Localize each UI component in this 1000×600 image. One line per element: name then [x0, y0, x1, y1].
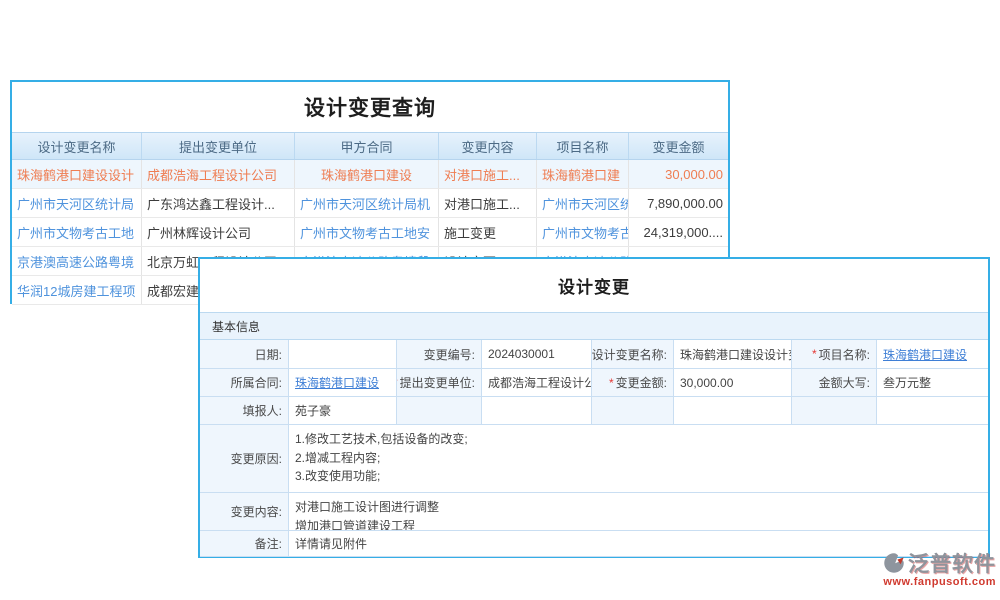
cell-change-content: 对港口施工... — [439, 160, 537, 188]
reporter-field[interactable]: 苑子豪 — [289, 397, 397, 425]
vendor-watermark: 泛普软件 www.fanpusoft.com — [856, 548, 996, 588]
cell-proposing-unit: 广东鸿达鑫工程设计... — [142, 189, 295, 217]
cell-change-name[interactable]: 广州市天河区统计局 — [12, 189, 142, 217]
table-row[interactable]: 广州市文物考古工地 广州林辉设计公司 广州市文物考古工地安 施工变更 广州市文物… — [12, 218, 728, 247]
date-field[interactable] — [289, 340, 397, 369]
cell-project-name[interactable]: 广州市天河区统 — [537, 189, 629, 217]
query-panel-title: 设计变更查询 — [12, 82, 728, 132]
project-name-link[interactable]: 珠海鹤港口建设 — [883, 346, 967, 363]
design-change-detail-dialog: 设计变更 基本信息 日期: 变更编号: 2024030001 * 设计变更名称:… — [198, 257, 990, 558]
proposing-unit-field[interactable]: 成都浩海工程设计公司 — [482, 369, 592, 397]
cell-project-name[interactable]: 珠海鹤港口建 — [537, 160, 629, 188]
amount-in-words-field: 叁万元整 — [877, 369, 988, 397]
cell-change-name[interactable]: 广州市文物考古工地 — [12, 218, 142, 246]
column-header-party-a-contract: 甲方合同 — [295, 133, 439, 159]
change-reason-label: 变更原因: — [200, 425, 289, 493]
column-header-change-amount: 变更金额 — [629, 133, 728, 159]
basic-info-section-header: 基本信息 — [200, 312, 988, 340]
change-number-label: 变更编号: — [397, 340, 482, 369]
required-star: * — [609, 376, 614, 390]
proposing-unit-label: * 提出变更单位: — [397, 369, 482, 397]
cell-party-a-contract[interactable]: 珠海鹤港口建设 — [295, 160, 439, 188]
watermark-brand-text: 泛普软件 — [908, 548, 996, 578]
project-name-label: * 项目名称: — [792, 340, 877, 369]
cell-change-amount: 30,000.00 — [629, 160, 728, 188]
amount-in-words-label: 金额大写: — [792, 369, 877, 397]
contract-link-cell: 珠海鹤港口建设 — [289, 369, 397, 397]
basic-info-form: 日期: 变更编号: 2024030001 * 设计变更名称: 珠海鹤港口建设设计… — [200, 340, 988, 557]
fanpu-logo-icon — [882, 551, 906, 575]
empty-label — [397, 397, 482, 425]
cell-change-name[interactable]: 珠海鹤港口建设设计 — [12, 160, 142, 188]
column-header-proposing-unit: 提出变更单位 — [142, 133, 295, 159]
empty-field — [674, 397, 792, 425]
cell-project-name[interactable]: 广州市文物考古 — [537, 218, 629, 246]
cell-change-amount: 24,319,000.... — [629, 218, 728, 246]
date-label: 日期: — [200, 340, 289, 369]
table-row[interactable]: 广州市天河区统计局 广东鸿达鑫工程设计... 广州市天河区统计局机 对港口施工.… — [12, 189, 728, 218]
change-amount-label: * 变更金额: — [592, 369, 674, 397]
change-name-label: * 设计变更名称: — [592, 340, 674, 369]
column-header-change-name: 设计变更名称 — [12, 133, 142, 159]
column-header-change-content: 变更内容 — [439, 133, 537, 159]
dialog-title: 设计变更 — [200, 259, 988, 312]
change-content-label: 变更内容: — [200, 493, 289, 531]
watermark-url-text: www.fanpusoft.com — [856, 576, 996, 588]
empty-label — [792, 397, 877, 425]
cell-change-content: 对港口施工... — [439, 189, 537, 217]
cell-change-amount: 7,890,000.00 — [629, 189, 728, 217]
change-reason-field[interactable]: 1.修改工艺技术,包括设备的改变; 2.增减工程内容; 3.改变使用功能; — [289, 425, 988, 493]
change-number-field[interactable]: 2024030001 — [482, 340, 592, 369]
cell-proposing-unit: 广州林辉设计公司 — [142, 218, 295, 246]
cell-change-content: 施工变更 — [439, 218, 537, 246]
remark-label: 备注: — [200, 531, 289, 557]
contract-label: 所属合同: — [200, 369, 289, 397]
change-amount-field[interactable]: 30,000.00 — [674, 369, 792, 397]
change-content-field[interactable]: 对港口施工设计图进行调整 增加港口管道建设工程 — [289, 493, 988, 531]
column-header-project-name: 项目名称 — [537, 133, 629, 159]
cell-party-a-contract[interactable]: 广州市天河区统计局机 — [295, 189, 439, 217]
cell-change-name[interactable]: 京港澳高速公路粤境 — [12, 247, 142, 275]
reporter-label: 填报人: — [200, 397, 289, 425]
cell-party-a-contract[interactable]: 广州市文物考古工地安 — [295, 218, 439, 246]
project-name-link-cell: 珠海鹤港口建设 — [877, 340, 988, 369]
empty-field — [482, 397, 592, 425]
contract-link[interactable]: 珠海鹤港口建设 — [295, 374, 379, 391]
screen: 设计变更查询 设计变更名称 提出变更单位 甲方合同 变更内容 项目名称 变更金额… — [0, 0, 1000, 600]
change-name-field[interactable]: 珠海鹤港口建设设计变 — [674, 340, 792, 369]
cell-proposing-unit: 成都浩海工程设计公司 — [142, 160, 295, 188]
empty-field — [877, 397, 988, 425]
required-star: * — [397, 376, 398, 390]
required-star: * — [812, 347, 817, 361]
cell-change-name[interactable]: 华润12城房建工程项 — [12, 276, 142, 304]
empty-label — [592, 397, 674, 425]
query-table-header-row: 设计变更名称 提出变更单位 甲方合同 变更内容 项目名称 变更金额 — [12, 132, 728, 160]
table-row[interactable]: 珠海鹤港口建设设计 成都浩海工程设计公司 珠海鹤港口建设 对港口施工... 珠海… — [12, 160, 728, 189]
